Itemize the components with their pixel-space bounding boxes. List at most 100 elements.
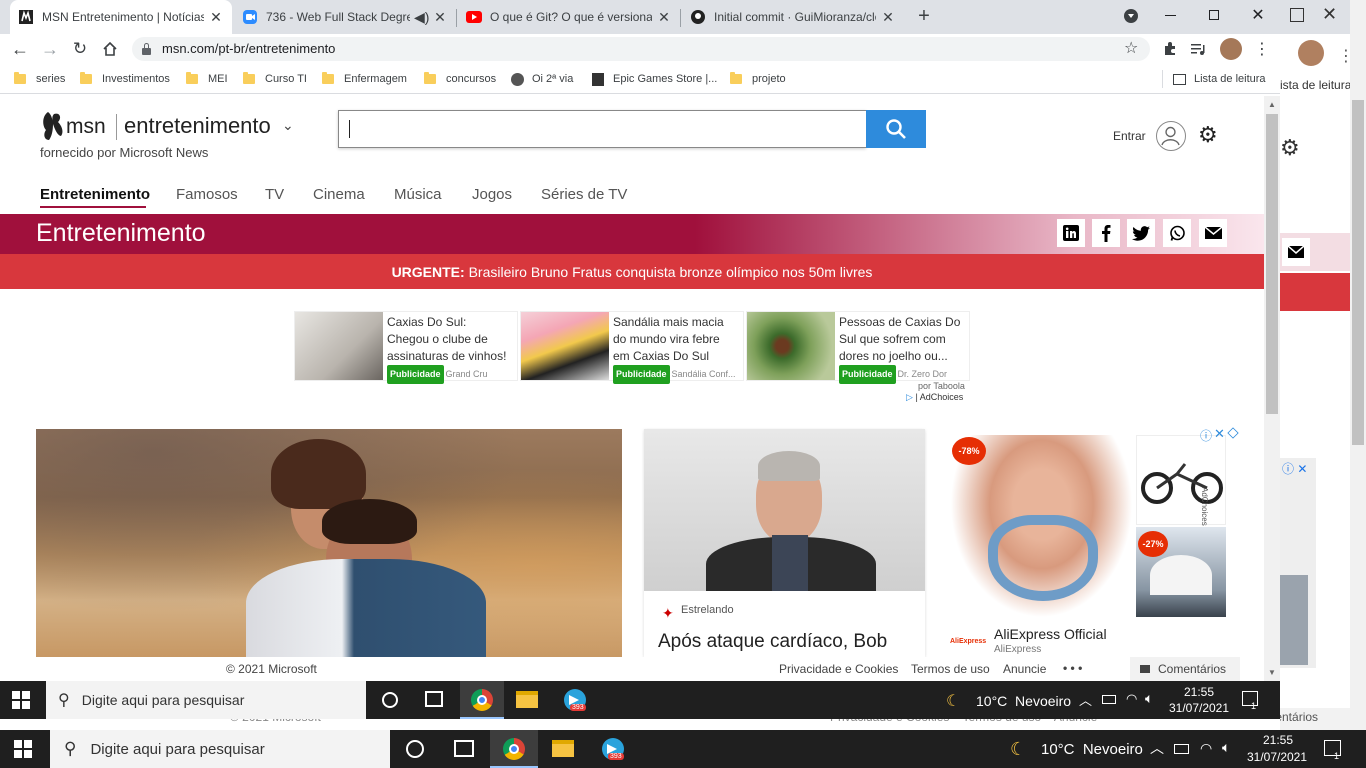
taboola-credit[interactable]: por Taboola <box>918 381 965 391</box>
clock-time[interactable]: 21:55 <box>1248 733 1308 747</box>
weather-icon[interactable]: ☾ <box>1010 739 1026 760</box>
taskbar-search-input[interactable]: ⚲ Digite aqui para pesquisar <box>50 730 390 768</box>
wifi-icon[interactable]: ◠ <box>1200 740 1212 757</box>
forward-icon[interactable]: → <box>40 39 60 59</box>
bookmark-epic-games[interactable]: Epic Games Store |... <box>592 71 717 87</box>
settings-gear-icon[interactable]: ⚙ <box>1198 122 1218 148</box>
hero-image[interactable] <box>36 429 622 657</box>
advertise-link[interactable]: Anuncie <box>1003 662 1046 676</box>
volume-icon[interactable]: 🔈︎ <box>1145 690 1153 707</box>
bookmark-concursos[interactable]: concursos <box>424 71 496 87</box>
mail-icon[interactable] <box>1199 219 1227 247</box>
bookmark-mei[interactable]: MEI <box>186 71 228 87</box>
news-card[interactable]: ✦ Estrelando Após ataque cardíaco, Bob <box>644 429 925 657</box>
close-ad-icon[interactable]: ✕ <box>1214 426 1225 442</box>
taskbar-chrome[interactable] <box>460 681 504 719</box>
task-view-icon[interactable] <box>454 740 474 757</box>
volume-icon[interactable]: 🔈︎ <box>1222 739 1230 756</box>
aliexpress-ad[interactable]: -78% -27% ⓘ ✕ AdChoices AliExpress AliEx… <box>946 426 1242 657</box>
msn-brand[interactable]: msn <box>66 115 106 139</box>
bookmark-projeto[interactable]: projeto <box>730 71 786 87</box>
minimize-button[interactable] <box>1148 0 1192 30</box>
sponsored-card[interactable]: Caxias Do Sul: Chegou o clube de assinat… <box>294 311 518 384</box>
bookmark-investimentos[interactable]: Investimentos <box>80 71 170 87</box>
speaker-icon[interactable]: ◀) <box>414 9 429 25</box>
reading-list-label[interactable]: ista de leitura <box>1280 78 1351 92</box>
sponsored-card[interactable]: Pessoas de Caxias Do Sul que sofrem com … <box>746 311 970 384</box>
new-tab-button[interactable]: + <box>912 5 936 29</box>
profile-avatar[interactable] <box>1220 38 1242 60</box>
feedback-button[interactable]: Comentários <box>1280 710 1318 724</box>
url-text[interactable]: msn.com/pt-br/entretenimento <box>162 41 335 56</box>
close-tab-icon[interactable]: ✕ <box>656 9 672 25</box>
tab-zoom[interactable]: 736 - Web Full Stack Degree ◀) ✕ <box>234 0 456 34</box>
search-button[interactable] <box>866 110 926 148</box>
urgent-headline[interactable]: Brasileiro Bruno Fratus conquista bronze… <box>469 264 873 280</box>
clock-time[interactable]: 21:55 <box>1172 685 1226 699</box>
file-explorer-icon[interactable] <box>516 691 538 708</box>
bookmark-enfermagem[interactable]: Enfermagem <box>322 71 407 87</box>
clock-date[interactable]: 31/07/2021 <box>1168 701 1230 715</box>
reload-icon[interactable]: ↻ <box>70 39 90 59</box>
msn-butterfly-logo-icon[interactable] <box>40 110 66 142</box>
wifi-icon[interactable]: ◠ <box>1126 691 1137 707</box>
task-view-icon[interactable] <box>425 691 443 707</box>
close-icon[interactable]: ✕ <box>1322 4 1337 25</box>
reading-list[interactable]: Lista de leitura <box>1173 71 1266 87</box>
cortana-icon[interactable] <box>406 740 424 758</box>
card-source[interactable]: Estrelando <box>681 604 734 616</box>
battery-icon[interactable] <box>1174 744 1189 754</box>
back-icon[interactable]: ← <box>10 39 30 59</box>
lock-icon[interactable] <box>142 43 151 55</box>
feedback-button[interactable]: Comentários <box>1130 657 1240 681</box>
card-title[interactable]: Após ataque cardíaco, Bob <box>658 631 887 653</box>
adchoices-icon[interactable]: ⓘ ✕ <box>1282 460 1307 477</box>
tab-github[interactable]: Initial commit · GuiMioranza/clon ✕ <box>682 0 904 34</box>
close-tab-icon[interactable]: ✕ <box>208 9 224 25</box>
menu-icon[interactable]: ⋮ <box>1252 39 1272 59</box>
restore-button[interactable] <box>1192 0 1236 30</box>
telegram-icon[interactable]: 393 <box>564 689 586 711</box>
user-icon[interactable] <box>1156 121 1186 151</box>
telegram-icon[interactable]: 393 <box>602 738 624 760</box>
more-links-button[interactable]: • • • <box>1063 661 1082 675</box>
extensions-icon[interactable] <box>1160 39 1180 59</box>
adchoices-link[interactable]: ▷ | AdChoices <box>906 392 963 403</box>
address-bar[interactable]: msn.com/pt-br/entretenimento ☆ <box>132 37 1150 61</box>
scroll-up-icon[interactable]: ▲ <box>1268 100 1276 109</box>
scrollbar-thumb[interactable] <box>1266 114 1278 414</box>
terms-link[interactable]: Termos de uso <box>911 662 990 676</box>
chevron-up-icon[interactable]: ︿ <box>1079 690 1092 709</box>
sponsored-card[interactable]: Sandália mais macia do mundo vira febre … <box>520 311 744 384</box>
close-window-button[interactable]: ✕ <box>1236 0 1280 30</box>
bookmark-series[interactable]: series <box>14 71 65 87</box>
avatar[interactable] <box>1298 40 1324 66</box>
nav-entretenimento[interactable]: Entretenimento <box>40 186 150 203</box>
signin-label[interactable]: Entrar <box>1113 129 1146 143</box>
bookmark-curso-ti[interactable]: Curso TI <box>243 71 307 87</box>
file-explorer-icon[interactable] <box>552 740 574 757</box>
search-input[interactable] <box>338 110 866 148</box>
twitter-icon[interactable] <box>1127 219 1155 247</box>
section-title[interactable]: entretenimento <box>124 113 271 139</box>
nav-jogos[interactable]: Jogos <box>472 186 512 203</box>
close-tab-icon[interactable]: ✕ <box>880 9 896 25</box>
weather-text[interactable]: 10°C Nevoeiro <box>976 693 1071 709</box>
privacy-link[interactable]: Privacidade e Cookies <box>779 662 898 676</box>
weather-text[interactable]: 10°C Nevoeiro <box>1041 741 1143 758</box>
chevron-down-icon[interactable]: ⌄ <box>282 117 294 134</box>
tab-search-icon[interactable] <box>1124 9 1138 23</box>
restore-icon[interactable] <box>1290 8 1304 22</box>
ad-title[interactable]: AliExpress Official <box>994 626 1107 642</box>
cortana-icon[interactable] <box>382 692 398 708</box>
whatsapp-icon[interactable] <box>1163 219 1191 247</box>
tab-msn[interactable]: MSN Entretenimento | Notícias d ✕ <box>10 0 232 34</box>
battery-icon[interactable] <box>1102 695 1116 704</box>
weather-icon[interactable]: ☾ <box>946 691 960 711</box>
scroll-down-icon[interactable]: ▼ <box>1268 668 1276 677</box>
taskbar-search-input[interactable]: ⚲ Digite aqui para pesquisar <box>46 681 366 719</box>
media-control-icon[interactable] <box>1188 39 1208 59</box>
adchoices-icon[interactable]: ⓘ <box>1200 427 1212 444</box>
nav-series-tv[interactable]: Séries de TV <box>541 186 627 203</box>
urgent-news-bar[interactable]: URGENTE: Brasileiro Bruno Fratus conquis… <box>0 254 1264 289</box>
